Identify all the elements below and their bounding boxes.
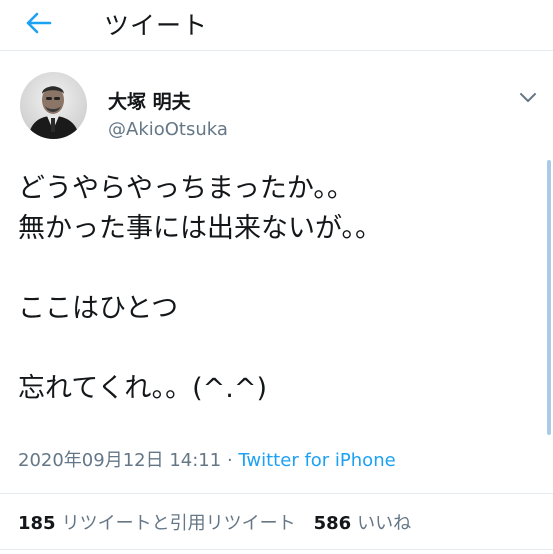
retweets-label: リツイートと引用リツイート — [61, 513, 296, 534]
tweet-stats: 185 リツイートと引用リツイート 586 いいね — [18, 509, 411, 535]
likes-stat[interactable]: 586 いいね — [314, 513, 412, 534]
retweets-stat[interactable]: 185 リツイートと引用リツイート — [18, 513, 296, 534]
tweet-text-line: 忘れてくれ。。(^.^) — [18, 373, 268, 404]
tweet-text-line: どうやらやっちまったか。。 — [18, 173, 354, 204]
chevron-down-icon — [520, 93, 536, 102]
arrow-left-icon — [26, 12, 52, 34]
page-title: ツイート — [104, 11, 209, 40]
divider — [0, 493, 553, 494]
tweet-text-line — [18, 329, 528, 369]
author-handle[interactable]: @AkioOtsuka — [108, 119, 228, 140]
top-bar: ツイート — [0, 0, 553, 51]
meta-separator: · — [221, 450, 239, 471]
tweet-text-line — [18, 249, 528, 289]
tweet-text: どうやらやっちまったか。。 無かった事には出来ないが。。 ここはひとつ 忘れてく… — [18, 169, 528, 409]
tweet-text-line: ここはひとつ — [18, 293, 179, 324]
tweet-detail: 大塚 明夫 @AkioOtsuka どうやらやっちまったか。。 無かった事には出… — [0, 51, 553, 554]
divider — [0, 549, 553, 550]
tweet-menu-button[interactable] — [513, 85, 543, 111]
tweet-timestamp[interactable]: 2020年09月12日 14:11 — [18, 450, 221, 471]
tweet-text-line: 無かった事には出来ないが。。 — [18, 213, 382, 244]
likes-count: 586 — [313, 513, 352, 534]
author-display-name[interactable]: 大塚 明夫 — [108, 87, 191, 114]
likes-label: いいね — [357, 513, 412, 534]
retweets-count: 185 — [18, 513, 56, 534]
tweet-meta: 2020年09月12日 14:11 · Twitter for iPhone — [18, 446, 396, 472]
tweet-source-link[interactable]: Twitter for iPhone — [238, 450, 395, 471]
avatar[interactable] — [20, 72, 87, 139]
back-button[interactable] — [22, 8, 56, 38]
scrollbar[interactable] — [547, 160, 551, 435]
